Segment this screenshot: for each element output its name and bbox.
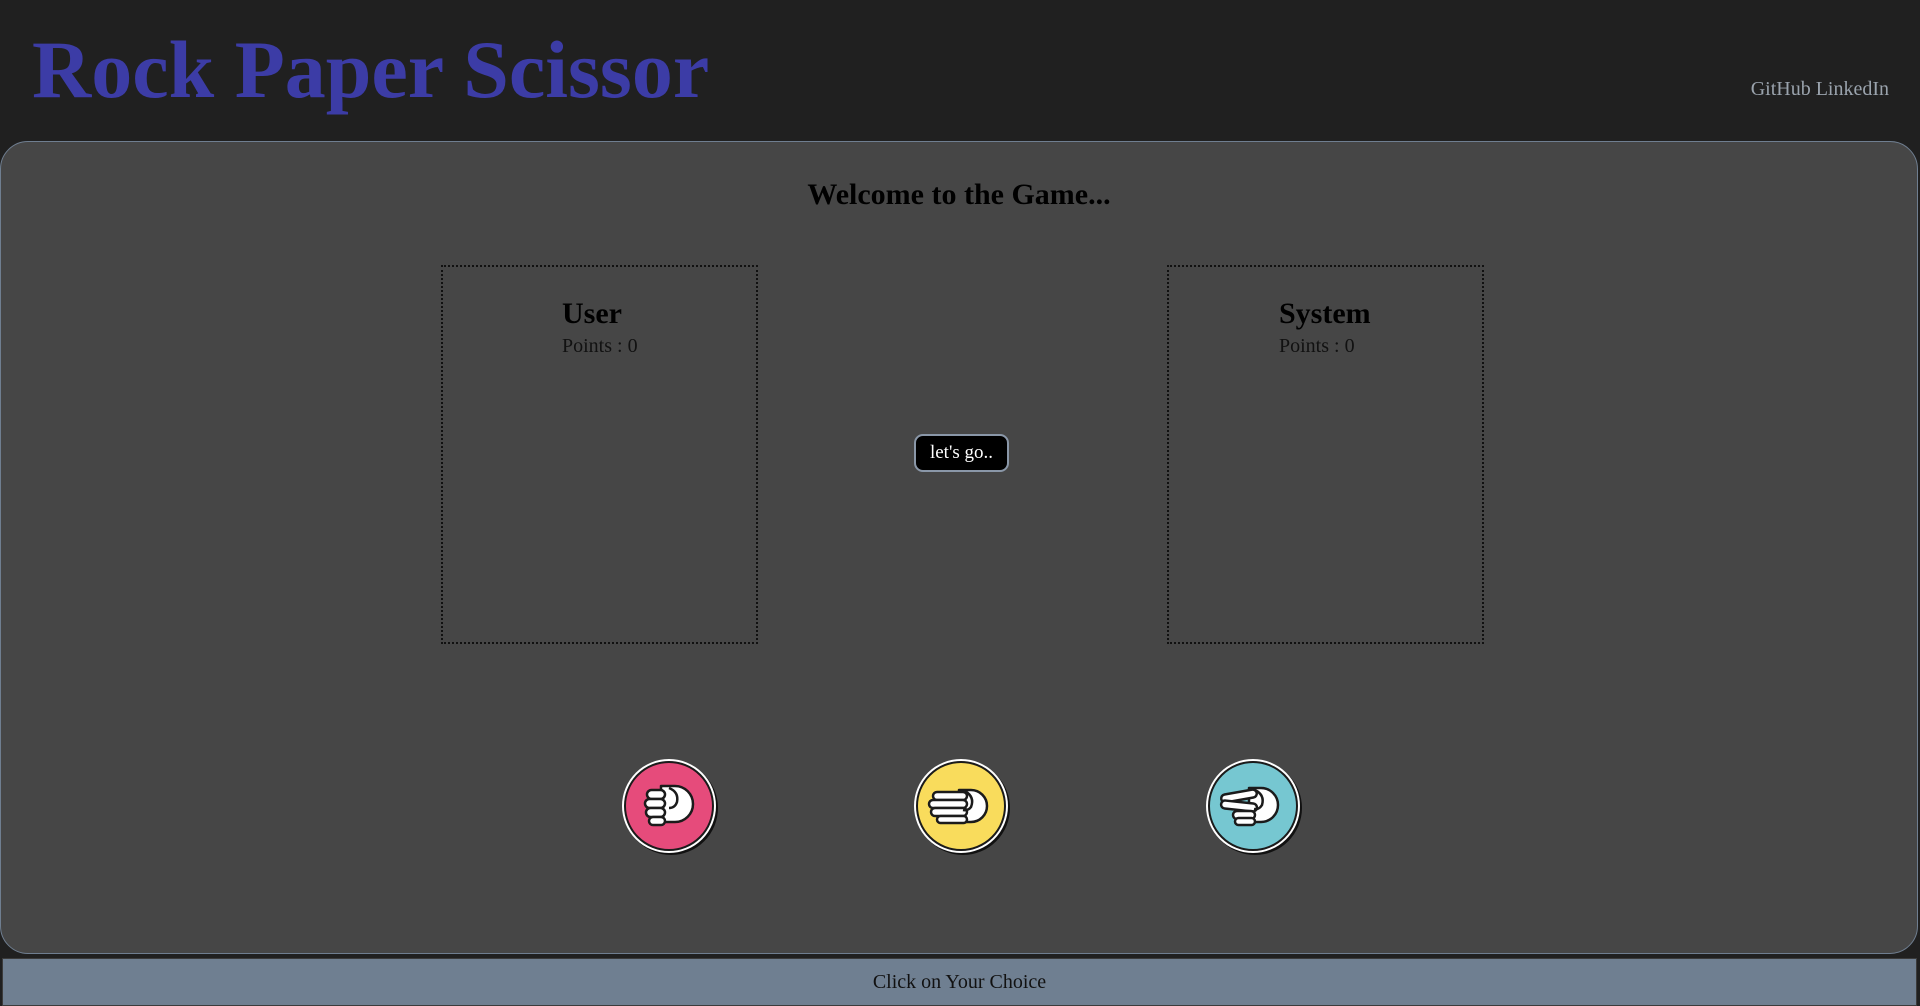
rock-button[interactable] bbox=[621, 758, 719, 856]
lets-go-button[interactable]: let's go.. bbox=[914, 434, 1009, 472]
header: Rock Paper Scissor GitHub LinkedIn bbox=[0, 0, 1920, 141]
header-links: GitHub LinkedIn bbox=[1751, 78, 1889, 101]
instruction-bar: Click on Your Choice bbox=[2, 958, 1917, 1006]
welcome-message: Welcome to the Game... bbox=[807, 178, 1111, 211]
fist-icon bbox=[622, 759, 718, 855]
github-link[interactable]: GitHub bbox=[1751, 78, 1811, 100]
user-panel: User Points : 0 bbox=[441, 265, 758, 644]
user-name: User bbox=[562, 297, 622, 330]
paper-button[interactable] bbox=[913, 758, 1011, 856]
system-panel: System Points : 0 bbox=[1167, 265, 1484, 644]
user-points: Points : 0 bbox=[562, 335, 638, 357]
peace-hand-icon bbox=[1206, 759, 1302, 855]
game-title: Rock Paper Scissor bbox=[32, 24, 710, 115]
system-name: System bbox=[1279, 297, 1371, 330]
open-hand-icon bbox=[914, 759, 1010, 855]
game-panel: Welcome to the Game... User Points : 0 l… bbox=[0, 141, 1918, 954]
scissors-button[interactable] bbox=[1205, 758, 1303, 856]
system-points: Points : 0 bbox=[1279, 335, 1355, 357]
linkedin-link[interactable]: LinkedIn bbox=[1816, 78, 1889, 100]
